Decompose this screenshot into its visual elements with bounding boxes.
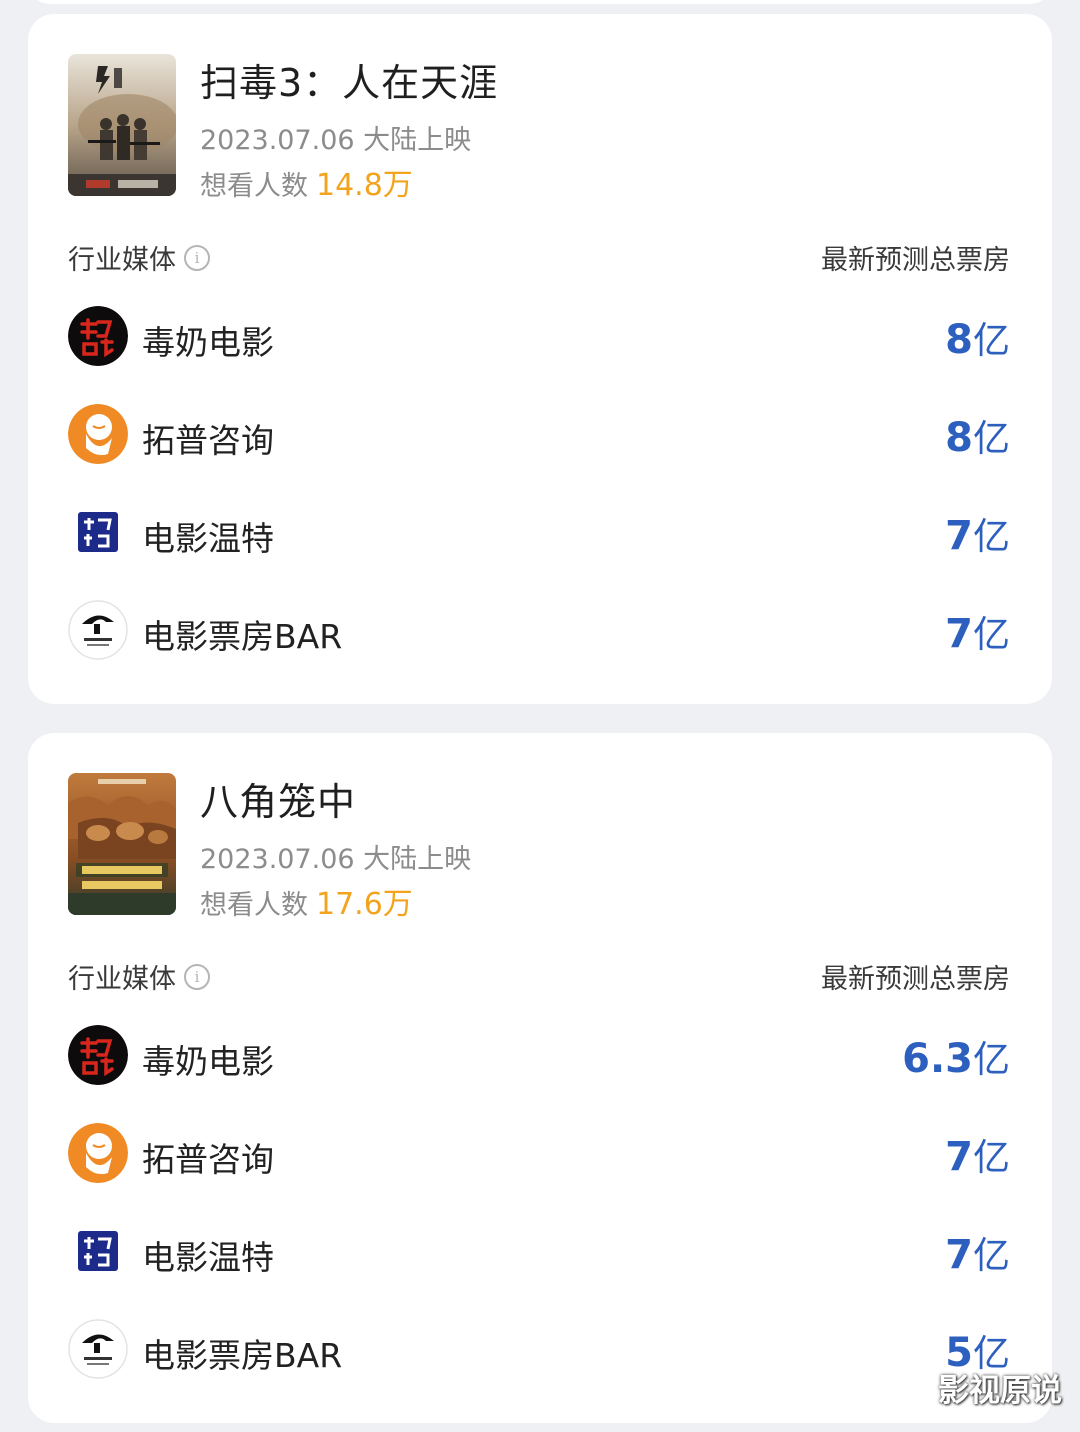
- media-name: 电影温特: [142, 519, 274, 558]
- prediction-unit: 亿: [973, 1038, 1010, 1081]
- media-name: 毒奶电影: [142, 1042, 274, 1081]
- box-office-prediction: 8亿: [945, 310, 1010, 364]
- prediction-row[interactable]: 拓普咨询 7亿: [68, 1123, 1010, 1185]
- movie-poster[interactable]: [68, 773, 176, 915]
- prediction-number: 7: [945, 513, 973, 559]
- want-to-see-count: 17.6万: [316, 887, 413, 922]
- prediction-number: 6.3: [902, 1036, 973, 1082]
- prediction-number: 8: [945, 317, 973, 363]
- prediction-unit: 亿: [973, 613, 1010, 656]
- watermark: 影视原说: [938, 1373, 1062, 1409]
- prediction-number: 8: [945, 415, 973, 461]
- box-office-prediction: 8亿: [945, 408, 1010, 462]
- prediction-unit: 亿: [973, 1136, 1010, 1179]
- bar-logo: [68, 1319, 128, 1379]
- box-office-prediction: 7亿: [945, 604, 1010, 658]
- prediction-row[interactable]: 毒奶电影 6.3亿: [68, 1025, 1010, 1087]
- want-to-see: 想看人数 17.6万: [200, 879, 413, 923]
- prediction-row[interactable]: 电影票房BAR 5亿: [68, 1319, 1010, 1381]
- prediction-number: 7: [945, 1134, 973, 1180]
- forecast-column-header: 最新预测总票房: [821, 245, 1010, 276]
- release-date: 2023.07.06 大陆上映: [200, 844, 472, 875]
- forecast-column-header: 最新预测总票房: [821, 964, 1010, 995]
- dunai-logo: [68, 306, 128, 366]
- want-to-see-label: 想看人数: [200, 890, 308, 921]
- prediction-row[interactable]: 电影票房BAR 7亿: [68, 600, 1010, 662]
- prediction-number: 7: [945, 1232, 973, 1278]
- prediction-row[interactable]: 电影温特 7亿: [68, 1221, 1010, 1283]
- want-to-see-label: 想看人数: [200, 171, 308, 202]
- prediction-unit: 亿: [973, 1234, 1010, 1277]
- box-office-prediction: 6.3亿: [902, 1029, 1010, 1083]
- movie-title[interactable]: 扫毒3：人在天涯: [200, 52, 498, 107]
- media-name: 拓普咨询: [142, 1140, 274, 1179]
- dunai-logo: [68, 1025, 128, 1085]
- tuopu-logo: [68, 404, 128, 464]
- tuopu-logo: [68, 1123, 128, 1183]
- prediction-unit: 亿: [973, 319, 1010, 362]
- bar-logo: [68, 600, 128, 660]
- box-office-prediction: 7亿: [945, 506, 1010, 560]
- movie-card-1[interactable]: 扫毒3：人在天涯 2023.07.06 大陆上映 想看人数 14.8万 行业媒体 …: [28, 14, 1052, 704]
- movie-card-2[interactable]: 八角笼中 2023.07.06 大陆上映 想看人数 17.6万 行业媒体 i 最新…: [28, 733, 1052, 1423]
- media-name: 电影票房BAR: [142, 617, 343, 656]
- info-icon[interactable]: i: [184, 244, 210, 271]
- media-header-label: 行业媒体: [68, 245, 176, 276]
- media-name: 毒奶电影: [142, 323, 274, 362]
- box-office-prediction: 7亿: [945, 1225, 1010, 1279]
- release-date: 2023.07.06 大陆上映: [200, 125, 472, 156]
- box-office-prediction: 7亿: [945, 1127, 1010, 1181]
- info-icon[interactable]: i: [184, 963, 210, 990]
- wente-logo: [68, 1221, 128, 1281]
- wente-logo: [68, 502, 128, 562]
- movie-title[interactable]: 八角笼中: [200, 771, 356, 826]
- want-to-see: 想看人数 14.8万: [200, 160, 413, 204]
- media-header-label: 行业媒体: [68, 964, 176, 995]
- previous-card-edge: [28, 0, 1052, 4]
- media-name: 电影票房BAR: [142, 1336, 343, 1375]
- movie-poster[interactable]: [68, 54, 176, 196]
- media-name: 拓普咨询: [142, 421, 274, 460]
- prediction-unit: 亿: [973, 515, 1010, 558]
- prediction-row[interactable]: 拓普咨询 8亿: [68, 404, 1010, 466]
- prediction-unit: 亿: [973, 417, 1010, 460]
- prediction-row[interactable]: 毒奶电影 8亿: [68, 306, 1010, 368]
- media-name: 电影温特: [142, 1238, 274, 1277]
- prediction-row[interactable]: 电影温特 7亿: [68, 502, 1010, 564]
- want-to-see-count: 14.8万: [316, 168, 413, 203]
- media-column-header: 行业媒体 i: [68, 957, 210, 996]
- media-column-header: 行业媒体 i: [68, 238, 210, 277]
- prediction-number: 7: [945, 611, 973, 657]
